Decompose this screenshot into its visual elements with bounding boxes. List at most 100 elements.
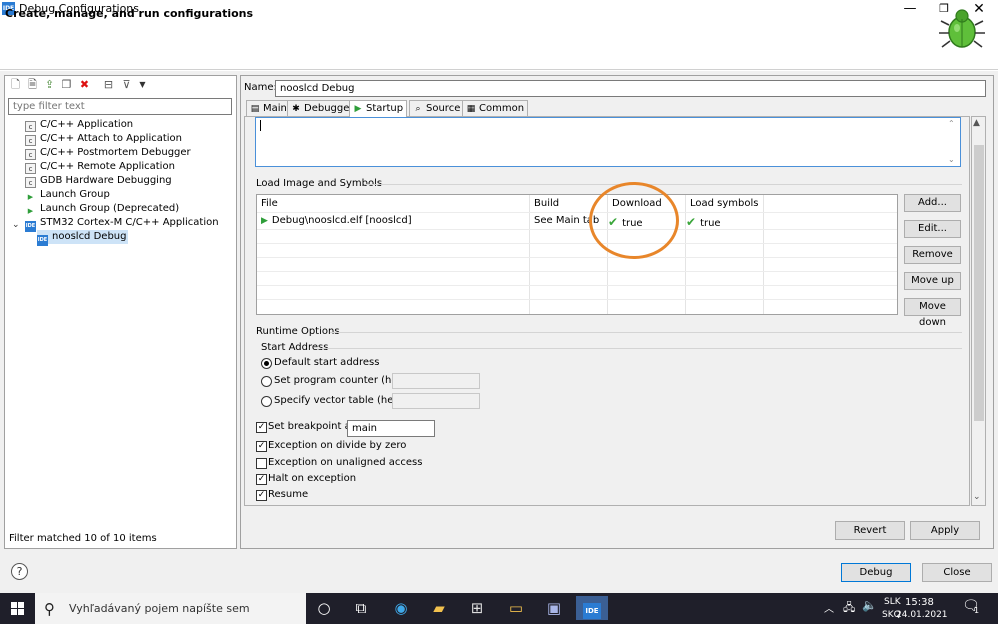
apply-button[interactable]: Apply [910, 521, 980, 540]
tab-debugger[interactable]: ✱ Debugger [287, 100, 358, 117]
tree-item-c-remote[interactable]: c C/C++ Remote Application [25, 160, 175, 174]
notification-count: 1 [974, 606, 980, 615]
revert-button[interactable]: Revert [835, 521, 905, 540]
filter-status: Filter matched 10 of 10 items [9, 533, 157, 544]
stm32cubeide-taskbar-icon[interactable]: IDE [576, 596, 608, 620]
main-icon: ▤ [250, 104, 260, 114]
filter-input[interactable] [8, 98, 232, 115]
header-load-symbols[interactable]: Load symbols [690, 198, 759, 209]
clock-time[interactable]: 15:38 [905, 597, 934, 608]
chevron-down-icon[interactable]: ⌄ [948, 155, 955, 164]
scroll-down-icon[interactable]: ⌄ [973, 492, 981, 502]
new-config-icon[interactable]: 🗋 [9, 78, 22, 91]
header-build[interactable]: Build [534, 198, 559, 209]
row-divider [257, 243, 897, 244]
help-icon[interactable]: ? [11, 563, 28, 580]
radio-set-program-counter[interactable] [261, 376, 272, 387]
taskbar-search-box[interactable]: Vyhľadávaný pojem napíšte sem [35, 593, 306, 624]
exception-divide-checkbox[interactable]: ✓ [256, 441, 267, 452]
init-commands-textarea[interactable] [255, 117, 961, 167]
tab-main[interactable]: ▤ Main [246, 100, 291, 117]
new-prototype-icon[interactable]: 🗎 [26, 78, 39, 91]
task-view-icon[interactable]: ⧉ [345, 596, 377, 620]
group-divider [364, 184, 962, 185]
windows-start-icon[interactable] [0, 593, 35, 624]
c-config-icon: c [25, 177, 36, 188]
ide-icon: IDE [25, 221, 36, 232]
network-icon[interactable]: 🖧 [843, 599, 855, 618]
volume-icon[interactable]: 🔈 [862, 598, 877, 612]
tab-common[interactable]: ▦ Common [462, 100, 529, 117]
clock-date[interactable]: 24.01.2021 [896, 610, 948, 620]
vector-table-field[interactable] [392, 393, 480, 409]
collapse-all-icon[interactable]: ⊟ [102, 78, 115, 91]
c-config-icon: c [25, 121, 36, 132]
debug-button[interactable]: Debug [841, 563, 911, 582]
tree-item-launch-group-deprecated[interactable]: ▶ Launch Group (Deprecated) [25, 202, 179, 216]
resume-checkbox[interactable]: ✓ [256, 490, 267, 501]
halt-on-exception-checkbox[interactable]: ✓ [256, 474, 267, 485]
cell-file[interactable]: ▶ Debug\nooslcd.elf [nooslcd] [261, 215, 412, 226]
save-disk-icon[interactable]: ▣ [538, 596, 570, 620]
tree-item-c-application[interactable]: c C/C++ Application [25, 118, 133, 132]
name-label: Name: [244, 82, 277, 93]
edit-button[interactable]: Edit... [904, 220, 961, 238]
set-breakpoint-checkbox[interactable]: ✓ [256, 422, 267, 433]
text-cursor [260, 120, 261, 131]
c-config-icon: c [25, 135, 36, 146]
banner-title: Create, manage, and run configurations [5, 7, 254, 20]
row-divider [257, 257, 897, 258]
debugger-icon: ✱ [292, 104, 300, 114]
radio-label: Set program counter (hex): [274, 375, 411, 386]
filter-dropdown-icon[interactable]: ▼ [136, 78, 149, 91]
tree-item-stm32-application[interactable]: IDE STM32 Cortex-M C/C++ Application [25, 216, 219, 232]
tree-item-c-attach[interactable]: c C/C++ Attach to Application [25, 132, 182, 146]
scroll-up-icon[interactable]: ▲ [973, 118, 980, 128]
tree-toolbar: 🗋 🗎 ⇪ ❐ ✖ ⊟ ⊽ ▼ [8, 78, 168, 94]
tree-item-gdb-hardware[interactable]: c GDB Hardware Debugging [25, 174, 172, 188]
folder-icon[interactable]: ▭ [500, 596, 532, 620]
startup-icon: ▶ [354, 104, 362, 114]
filter-icon[interactable]: ⊽ [120, 78, 133, 91]
search-icon: ⚲ [44, 600, 55, 618]
debug-bug-icon [939, 9, 985, 48]
row-divider [257, 212, 897, 213]
header-file[interactable]: File [261, 198, 278, 209]
file-explorer-icon[interactable]: ▰ [423, 596, 455, 620]
row-divider [257, 271, 897, 272]
edge-browser-icon[interactable]: ◉ [385, 596, 417, 620]
export-icon[interactable]: ⇪ [43, 78, 56, 91]
radio-specify-vector-table[interactable] [261, 396, 272, 407]
checkbox-label: Resume [268, 489, 309, 500]
radio-label: Default start address [274, 357, 380, 368]
tree-item-launch-group[interactable]: ▶ Launch Group [25, 188, 110, 202]
exception-unaligned-checkbox[interactable] [256, 458, 267, 469]
remove-button[interactable]: Remove [904, 246, 961, 264]
row-divider [257, 299, 897, 300]
tree-item-c-postmortem[interactable]: c C/C++ Postmortem Debugger [25, 146, 191, 160]
add-button[interactable]: Add... [904, 194, 961, 212]
chevron-down-icon[interactable]: ⌄ [12, 220, 20, 230]
config-name-field[interactable] [275, 80, 986, 97]
cortana-icon[interactable]: ○ [308, 596, 340, 620]
scroll-thumb[interactable] [974, 145, 984, 421]
store-icon[interactable]: ⊞ [461, 596, 493, 620]
radio-default-start-address[interactable] [261, 358, 272, 369]
close-button[interactable]: Close [922, 563, 992, 582]
chevron-up-icon[interactable]: ︿ [824, 600, 834, 615]
tab-source[interactable]: ⌕ Source [409, 100, 465, 117]
move-down-button[interactable]: Move down [904, 298, 961, 328]
minimize-button[interactable]: — [893, 0, 927, 18]
highlight-annotation-circle [589, 182, 679, 259]
tab-startup[interactable]: ▶ Startup [349, 100, 408, 117]
breakpoint-input[interactable] [347, 420, 435, 437]
language-indicator[interactable]: SLK [884, 597, 901, 607]
program-counter-field[interactable] [392, 373, 480, 389]
move-up-button[interactable]: Move up [904, 272, 961, 290]
delete-icon[interactable]: ✖ [78, 78, 91, 91]
breakpoint-label: Set breakpoint at: [268, 421, 359, 432]
duplicate-icon[interactable]: ❐ [60, 78, 73, 91]
tree-item-nooslcd-debug[interactable]: IDE nooslcd Debug [37, 230, 129, 246]
cell-load-symbols[interactable]: ✔ true [686, 215, 721, 229]
chevron-up-icon[interactable]: ⌃ [948, 119, 955, 128]
